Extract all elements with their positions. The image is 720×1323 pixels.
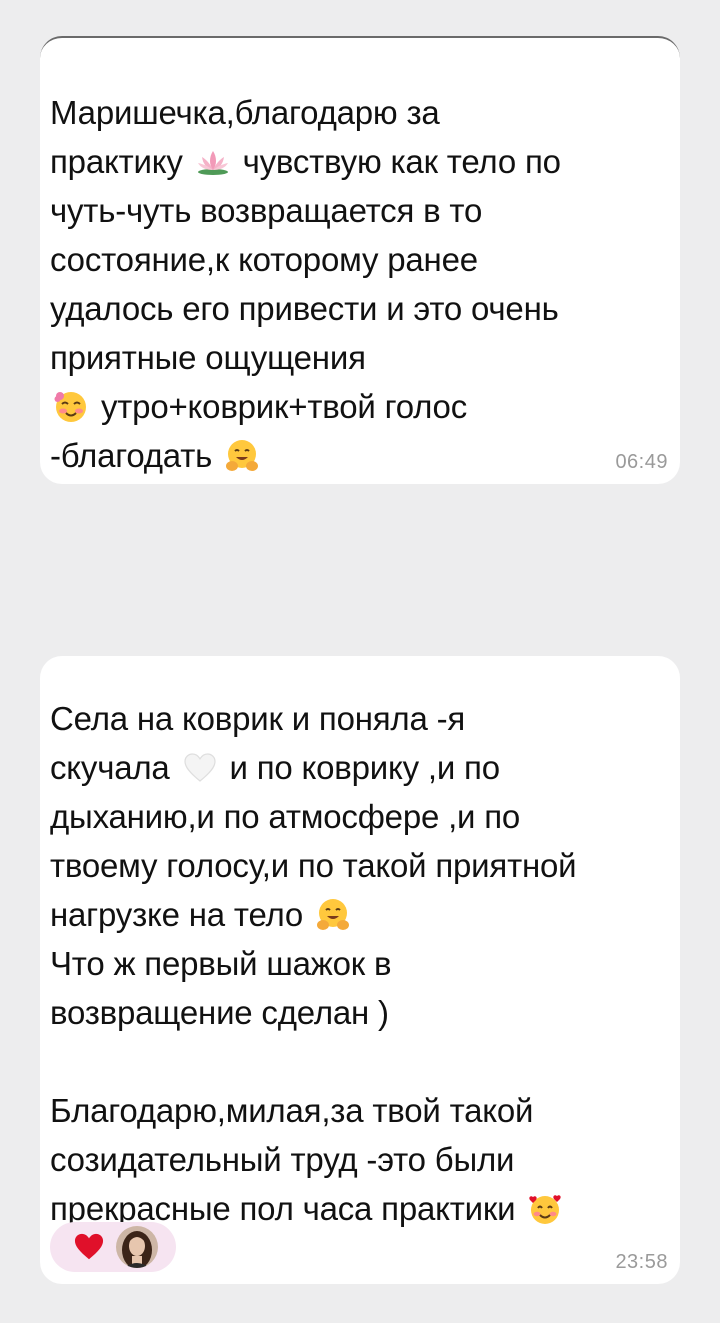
message-text-segment: Села на коврик и поняла -я bbox=[50, 700, 466, 737]
message-line: нагрузке на тело bbox=[50, 890, 670, 939]
message-line: Села на коврик и поняла -я bbox=[50, 694, 670, 743]
message-line: Маришечка,благодарю за bbox=[50, 88, 670, 137]
message-line: твоему голосу,и по такой приятной bbox=[50, 841, 670, 890]
hugging-face-icon bbox=[316, 898, 350, 932]
lotus-icon bbox=[196, 145, 230, 179]
message-text-segment: Маришечка,благодарю за bbox=[50, 94, 440, 131]
message-text-segment: приятные ощущения bbox=[50, 339, 366, 376]
message-text-segment: удалось его привести и это очень bbox=[50, 290, 559, 327]
message-text-segment: скучала bbox=[50, 749, 179, 786]
message-text-segment: Что ж первый шажок в bbox=[50, 945, 392, 982]
message-text-segment: Благодарю,милая,за твой такой bbox=[50, 1092, 534, 1129]
message-text-segment: дыханию,и по атмосфере ,и по bbox=[50, 798, 521, 835]
message-line: практику чувствую как тело по bbox=[50, 137, 670, 186]
message-text-segment: созидательный труд -это были bbox=[50, 1141, 515, 1178]
message-line: состояние,к которому ранее bbox=[50, 235, 670, 284]
message-line: Благодарю,милая,за твой такой bbox=[50, 1086, 670, 1135]
flushed-smile-icon bbox=[54, 390, 88, 424]
message-text-segment: -благодать bbox=[50, 437, 222, 474]
message-text-segment: твоему голосу,и по такой приятной bbox=[50, 847, 577, 884]
message-line: Что ж первый шажок в bbox=[50, 939, 670, 988]
hugging-face-icon bbox=[225, 439, 259, 473]
message-text-segment: чуть-чуть возвращается в то bbox=[50, 192, 483, 229]
message-line: возвращение сделан ) bbox=[50, 988, 670, 1037]
message-line: созидательный труд -это были bbox=[50, 1135, 670, 1184]
message-bubble[interactable]: Маришечка,благодарю за практику чувствую … bbox=[40, 36, 680, 484]
message-text-segment: нагрузке на тело bbox=[50, 896, 313, 933]
message-bubble[interactable]: Села на коврик и поняла -я скучала и по к… bbox=[40, 656, 680, 1284]
message-text-segment: и по коврику ,и по bbox=[220, 749, 500, 786]
message-text-segment: утро+коврик+твой голос bbox=[92, 388, 467, 425]
message-line: скучала и по коврику ,и по bbox=[50, 743, 670, 792]
message-text-segment: состояние,к которому ранее bbox=[50, 241, 478, 278]
white-heart-icon bbox=[183, 751, 217, 785]
red-heart-icon bbox=[74, 1233, 104, 1260]
message-text: Села на коврик и поняла -я скучала и по к… bbox=[50, 694, 670, 1233]
smiling-hearts-icon bbox=[528, 1192, 562, 1226]
avatar[interactable] bbox=[116, 1226, 158, 1268]
message-line: дыханию,и по атмосфере ,и по bbox=[50, 792, 670, 841]
message-line: приятные ощущения bbox=[50, 333, 670, 382]
message-line: удалось его привести и это очень bbox=[50, 284, 670, 333]
message-text-segment: чувствую как тело по bbox=[233, 143, 561, 180]
message-text-segment: практику bbox=[50, 143, 192, 180]
message-line: чуть-чуть возвращается в то bbox=[50, 186, 670, 235]
message-text-segment: возвращение сделан ) bbox=[50, 994, 389, 1031]
message-timestamp: 06:49 bbox=[615, 451, 668, 473]
reactions-pill[interactable] bbox=[50, 1222, 176, 1272]
message-line: утро+коврик+твой голос bbox=[50, 382, 670, 431]
message-timestamp: 23:58 bbox=[615, 1251, 668, 1273]
message-line: -благодать bbox=[50, 431, 670, 480]
message-text: Маришечка,благодарю за практику чувствую … bbox=[50, 88, 670, 480]
